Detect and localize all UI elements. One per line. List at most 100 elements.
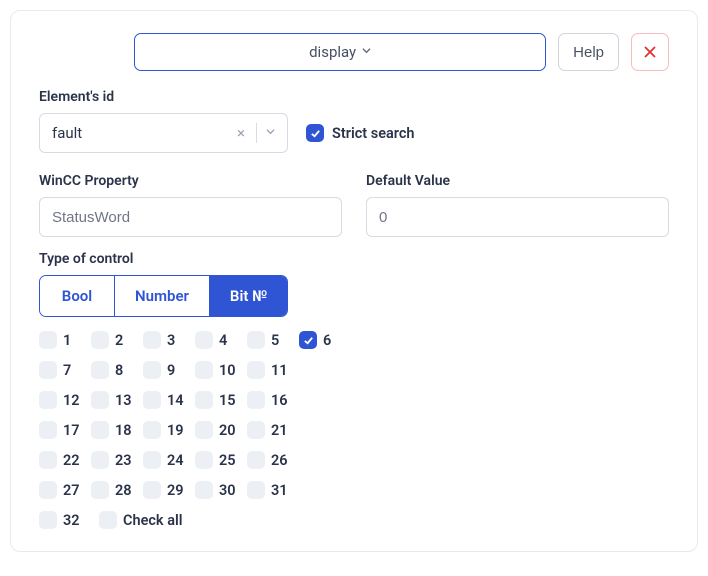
bit-17[interactable]: 17 (39, 421, 87, 439)
bit-8[interactable]: 8 (91, 361, 139, 379)
bit-14[interactable]: 14 (143, 391, 191, 409)
bit-30-label: 30 (219, 482, 236, 499)
bit-31-checkbox[interactable] (247, 481, 265, 499)
bit-19-label: 19 (167, 422, 184, 439)
bit-18-label: 18 (115, 422, 132, 439)
bit-17-label: 17 (63, 422, 80, 439)
bit-26-checkbox[interactable] (247, 451, 265, 469)
check-all-checkbox[interactable] (99, 511, 117, 529)
bit-19-checkbox[interactable] (143, 421, 161, 439)
check-all-row: 32 Check all (39, 511, 669, 529)
seg-bool[interactable]: Bool (40, 276, 114, 316)
bit-10[interactable]: 10 (195, 361, 243, 379)
bit-18-checkbox[interactable] (91, 421, 109, 439)
bit-12[interactable]: 12 (39, 391, 87, 409)
bit-30[interactable]: 30 (195, 481, 243, 499)
bit-18[interactable]: 18 (91, 421, 139, 439)
strict-search-label: Strict search (332, 125, 415, 142)
bit-4[interactable]: 4 (195, 331, 243, 349)
bit-16[interactable]: 16 (247, 391, 295, 409)
bit-23[interactable]: 23 (91, 451, 139, 469)
bit-12-label: 12 (63, 392, 80, 409)
bit-30-checkbox[interactable] (195, 481, 213, 499)
bit-32-checkbox[interactable] (39, 511, 57, 529)
bit-3-checkbox[interactable] (143, 331, 161, 349)
seg-number[interactable]: Number (114, 276, 209, 316)
bit-11-label: 11 (271, 362, 288, 379)
bit-24[interactable]: 24 (143, 451, 191, 469)
topbar: display Help (39, 33, 669, 71)
bit-25[interactable]: 25 (195, 451, 243, 469)
bit-4-checkbox[interactable] (195, 331, 213, 349)
bit-27[interactable]: 27 (39, 481, 87, 499)
bit-24-checkbox[interactable] (143, 451, 161, 469)
bit-4-label: 4 (219, 332, 235, 349)
bit-5[interactable]: 5 (247, 331, 295, 349)
bit-13-checkbox[interactable] (91, 391, 109, 409)
bit-6[interactable]: 6 (299, 331, 347, 349)
bit-22-checkbox[interactable] (39, 451, 57, 469)
bit-23-checkbox[interactable] (91, 451, 109, 469)
chevron-down-icon[interactable] (261, 127, 279, 139)
bit-11-checkbox[interactable] (247, 361, 265, 379)
bit-2[interactable]: 2 (91, 331, 139, 349)
element-id-select[interactable]: fault × (39, 113, 288, 153)
separator (256, 123, 257, 143)
bit-9[interactable]: 9 (143, 361, 191, 379)
type-of-control-segmented: Bool Number Bit № (39, 275, 288, 317)
bit-22[interactable]: 22 (39, 451, 87, 469)
chevron-down-icon (362, 46, 371, 58)
bit-19[interactable]: 19 (143, 421, 191, 439)
bit-15-checkbox[interactable] (195, 391, 213, 409)
bit-3[interactable]: 3 (143, 331, 191, 349)
bit-6-label: 6 (323, 332, 339, 349)
bit-28-checkbox[interactable] (91, 481, 109, 499)
help-button[interactable]: Help (558, 33, 619, 71)
bit-26[interactable]: 26 (247, 451, 295, 469)
bit-21[interactable]: 21 (247, 421, 295, 439)
bit-11[interactable]: 11 (247, 361, 295, 379)
bit-12-checkbox[interactable] (39, 391, 57, 409)
bit-15[interactable]: 15 (195, 391, 243, 409)
bits-grid: 1234567891011121314151617181920212223242… (39, 331, 669, 499)
bit-14-checkbox[interactable] (143, 391, 161, 409)
bit-1-checkbox[interactable] (39, 331, 57, 349)
bit-8-checkbox[interactable] (91, 361, 109, 379)
bit-16-label: 16 (271, 392, 288, 409)
bit-21-checkbox[interactable] (247, 421, 265, 439)
bit-15-label: 15 (219, 392, 236, 409)
bit-14-label: 14 (167, 392, 184, 409)
strict-search-toggle[interactable]: Strict search (306, 124, 415, 142)
bit-5-checkbox[interactable] (247, 331, 265, 349)
bit-31[interactable]: 31 (247, 481, 295, 499)
seg-bit-no[interactable]: Bit № (209, 276, 287, 316)
bit-26-label: 26 (271, 452, 288, 469)
default-value-label: Default Value (366, 173, 669, 189)
bit-17-checkbox[interactable] (39, 421, 57, 439)
bit-7[interactable]: 7 (39, 361, 87, 379)
bit-28[interactable]: 28 (91, 481, 139, 499)
wincc-input[interactable] (39, 197, 342, 237)
bit-27-checkbox[interactable] (39, 481, 57, 499)
close-button[interactable] (631, 33, 669, 71)
default-value-input[interactable] (366, 197, 669, 237)
bit-6-checkbox[interactable] (299, 331, 317, 349)
bit-16-checkbox[interactable] (247, 391, 265, 409)
bit-2-checkbox[interactable] (91, 331, 109, 349)
bit-10-checkbox[interactable] (195, 361, 213, 379)
bit-20[interactable]: 20 (195, 421, 243, 439)
wincc-label: WinCC Property (39, 173, 342, 189)
bit-20-checkbox[interactable] (195, 421, 213, 439)
strict-search-checkbox[interactable] (306, 124, 324, 142)
bit-25-checkbox[interactable] (195, 451, 213, 469)
display-dropdown[interactable]: display (134, 33, 546, 71)
clear-icon[interactable]: × (230, 124, 252, 142)
bit-7-checkbox[interactable] (39, 361, 57, 379)
bit-13[interactable]: 13 (91, 391, 139, 409)
bit-1[interactable]: 1 (39, 331, 87, 349)
element-id-value: fault (52, 124, 230, 142)
bit-9-checkbox[interactable] (143, 361, 161, 379)
bit-21-label: 21 (271, 422, 288, 439)
bit-29[interactable]: 29 (143, 481, 191, 499)
bit-29-checkbox[interactable] (143, 481, 161, 499)
